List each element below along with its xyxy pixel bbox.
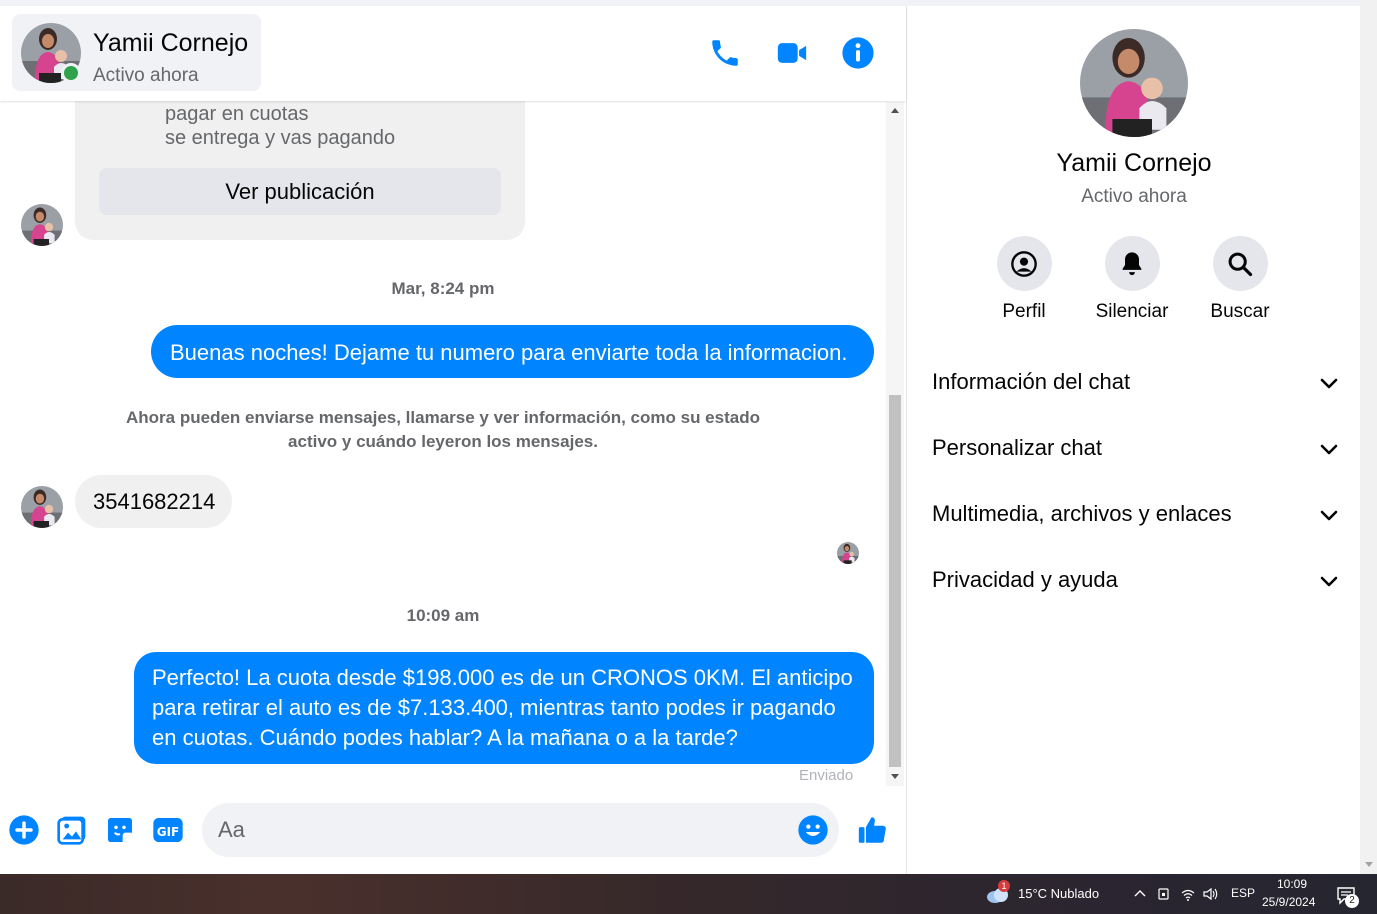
message-scrollbar[interactable]	[886, 102, 904, 786]
gif-icon[interactable]: GIF	[152, 814, 184, 846]
notice-line: activo y cuándo leyeron los mensajes.	[288, 432, 598, 451]
outgoing-message[interactable]: Perfecto! La cuota desde $198.000 es de …	[134, 652, 874, 764]
mute-action[interactable]: Silenciar	[1087, 236, 1177, 323]
seen-receipt-avatar	[837, 542, 859, 564]
device-icon[interactable]	[1156, 886, 1172, 902]
contact-name: Yamii Cornejo	[93, 29, 249, 57]
scroll-thumb[interactable]	[889, 395, 901, 767]
search-action[interactable]: Buscar	[1195, 236, 1285, 323]
weather-badge: 1	[998, 880, 1010, 892]
timestamp: Mar, 8:24 pm	[391, 279, 495, 298]
conversation-info-panel: Yamii Cornejo Activo ahora Perfil Silenc…	[906, 6, 1360, 874]
bell-icon	[1122, 251, 1142, 275]
contact-header-button[interactable]: Yamii Cornejo Activo ahora	[12, 14, 261, 91]
timestamp: 10:09 am	[406, 606, 480, 625]
video-call-icon[interactable]	[775, 36, 809, 70]
online-status-dot	[61, 63, 81, 83]
message-input[interactable]	[218, 803, 788, 857]
volume-icon[interactable]	[1202, 886, 1218, 902]
profile-button[interactable]	[996, 236, 1052, 291]
messenger-app: Yamii Cornejo Activo ahora pagar en cuot…	[0, 0, 1377, 874]
section-chat-info[interactable]: Información del chat	[921, 356, 1345, 410]
message-line: Perfecto! La cuota desde $198.000 es de …	[152, 665, 853, 690]
composer: GIF	[0, 791, 906, 874]
action-label: Silenciar	[1095, 301, 1169, 322]
section-customize-chat[interactable]: Personalizar chat	[921, 422, 1345, 476]
language-indicator[interactable]: ESP	[1231, 886, 1255, 900]
info-icon[interactable]	[841, 36, 875, 70]
scroll-down-arrow[interactable]	[891, 774, 899, 779]
section-label: Privacidad y ayuda	[932, 567, 1118, 592]
windows-taskbar: 1 15°C Nublado ESP 10:09 25/9/2024 2	[0, 874, 1377, 914]
shared-post-card: pagar en cuotas se entrega y vas pagando…	[75, 101, 525, 240]
sticker-icon[interactable]	[104, 814, 136, 846]
profile-icon	[1011, 250, 1037, 277]
post-text-line: pagar en cuotas	[165, 103, 309, 125]
action-label: Buscar	[1210, 301, 1270, 322]
message-line: para retirar el auto es de $7.133.400, m…	[152, 695, 836, 720]
chat-window: Yamii Cornejo Activo ahora pagar en cuot…	[0, 6, 906, 874]
notice-line: Ahora pueden enviarse mensajes, llamarse…	[126, 408, 760, 427]
post-text-line: se entrega y vas pagando	[165, 127, 396, 149]
sender-avatar[interactable]	[21, 204, 63, 246]
profile-status: Activo ahora	[1081, 186, 1187, 207]
chevron-down-icon	[1320, 510, 1338, 521]
phone-call-icon[interactable]	[708, 36, 742, 70]
section-media-files-links[interactable]: Multimedia, archivos y enlaces	[921, 488, 1345, 542]
section-label: Multimedia, archivos y enlaces	[932, 501, 1232, 526]
chat-header: Yamii Cornejo Activo ahora	[0, 6, 906, 101]
chevron-down-icon	[1320, 378, 1338, 389]
page-scrollbar[interactable]	[1360, 0, 1377, 874]
sender-avatar[interactable]	[21, 486, 63, 528]
page-scroll-down-arrow[interactable]	[1365, 862, 1373, 867]
outgoing-message[interactable]: Buenas noches! Dejame tu numero para env…	[151, 325, 874, 378]
chevron-up-icon[interactable]	[1132, 886, 1148, 902]
message-line: en cuotas. Cuándo podes hablar? A la mañ…	[152, 725, 738, 750]
view-post-button[interactable]: Ver publicación	[99, 168, 501, 215]
thumbs-up-icon[interactable]	[856, 813, 890, 847]
clock-time[interactable]: 10:09	[1265, 877, 1319, 891]
chevron-down-icon	[1320, 444, 1338, 455]
chevron-down-icon	[1320, 576, 1338, 587]
emoji-icon[interactable]	[797, 814, 829, 846]
incoming-message[interactable]: 3541682214	[75, 475, 232, 528]
message-list[interactable]: pagar en cuotas se entrega y vas pagando…	[0, 101, 886, 791]
search-button[interactable]	[1212, 236, 1268, 291]
plus-icon[interactable]	[8, 814, 40, 846]
system-notice: Ahora pueden enviarse mensajes, llamarse…	[100, 406, 786, 454]
action-label: Perfil	[1002, 301, 1046, 322]
scroll-up-arrow[interactable]	[891, 108, 899, 113]
section-label: Personalizar chat	[932, 435, 1102, 460]
clock-date[interactable]: 25/9/2024	[1262, 895, 1315, 909]
mute-button[interactable]	[1104, 236, 1160, 291]
search-icon	[1228, 252, 1253, 276]
sent-status: Enviado	[799, 767, 854, 784]
profile-action[interactable]: Perfil	[979, 236, 1069, 323]
wifi-icon[interactable]	[1180, 886, 1196, 902]
profile-name: Yamii Cornejo	[1056, 149, 1212, 177]
photo-gallery-icon[interactable]	[56, 814, 88, 846]
svg-text:GIF: GIF	[157, 825, 180, 839]
notification-count-badge: 2	[1345, 894, 1359, 908]
message-input-container[interactable]	[202, 803, 839, 857]
contact-status: Activo ahora	[93, 65, 199, 86]
section-privacy-support[interactable]: Privacidad y ayuda	[921, 554, 1345, 608]
profile-avatar[interactable]	[1080, 29, 1188, 137]
weather-text[interactable]: 15°C Nublado	[1018, 886, 1099, 901]
section-label: Información del chat	[932, 369, 1131, 394]
